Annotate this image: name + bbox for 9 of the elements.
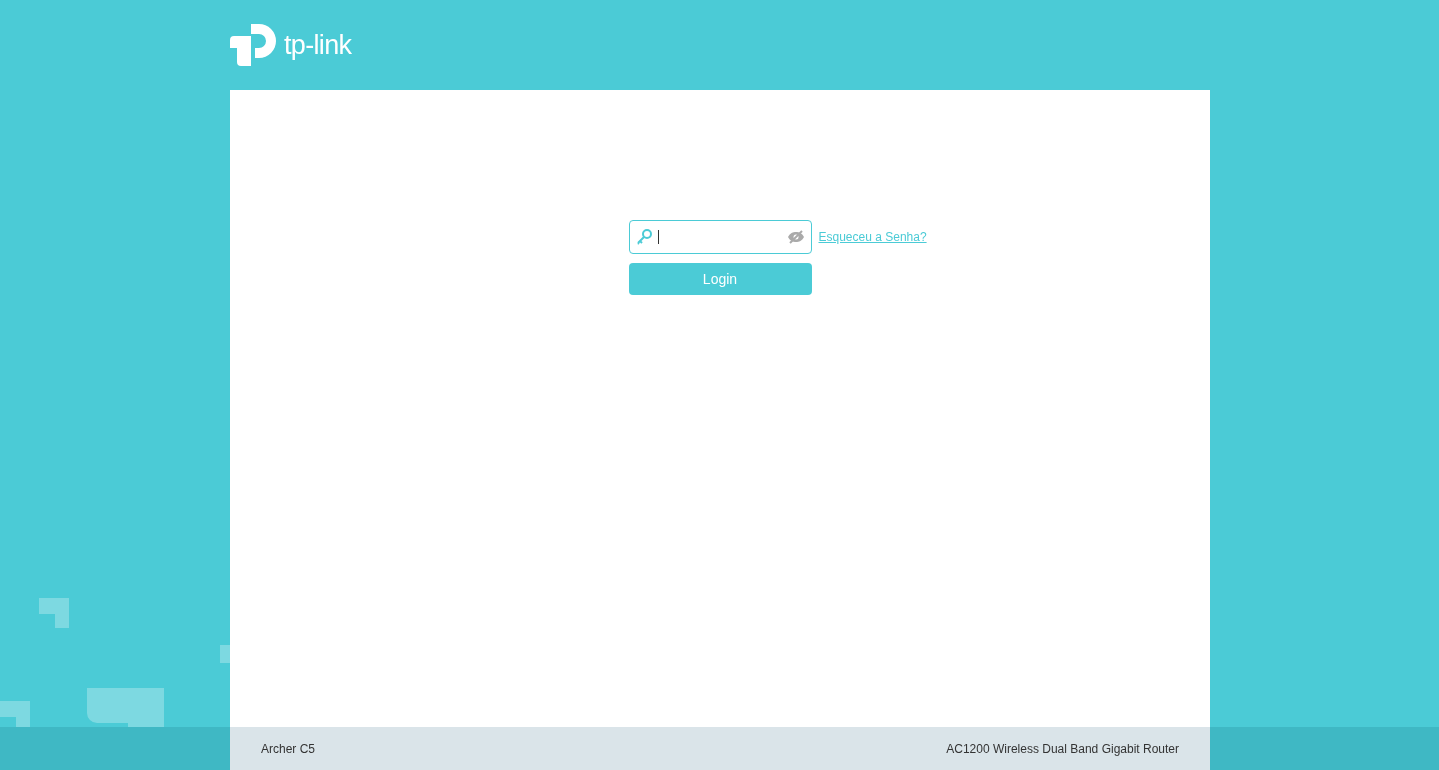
text-cursor-icon	[657, 230, 659, 244]
logo-text: tp-link	[284, 31, 352, 59]
model-name: Archer C5	[261, 740, 316, 758]
forgot-password-link[interactable]: Esqueceu a Senha?	[818, 228, 927, 246]
device-description: AC1200 Wireless Dual Band Gigabit Router	[946, 740, 1179, 758]
key-icon	[635, 229, 652, 245]
login-button[interactable]: Login	[628, 263, 812, 295]
password-field[interactable]	[628, 220, 812, 254]
hidden-eye-icon[interactable]	[786, 230, 805, 244]
